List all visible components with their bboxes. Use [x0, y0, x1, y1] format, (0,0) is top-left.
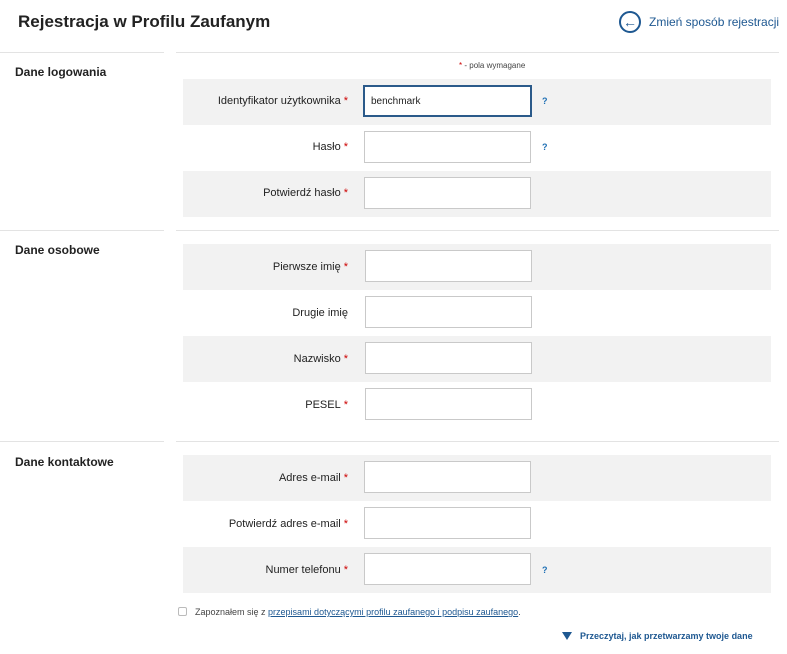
page-title: Rejestracja w Profilu Zaufanym	[18, 12, 271, 31]
change-registration-method-link[interactable]: ← Zmień sposób rejestracji	[619, 10, 779, 34]
username-input[interactable]	[363, 85, 532, 117]
phone-help-icon[interactable]: ?	[542, 565, 548, 575]
confirm-password-label: Potwierdź hasło *	[263, 187, 348, 199]
pesel-input[interactable]	[365, 388, 532, 420]
form-row-first-name: Pierwsze imię *	[183, 244, 771, 290]
surname-input[interactable]	[365, 342, 532, 374]
agreement-text: Zapoznałem się z przepisami dotyczącymi …	[195, 607, 521, 617]
required-fields-note: * - pola wymagane	[459, 61, 525, 70]
arrow-left-circle-icon: ←	[619, 11, 641, 33]
section-divider	[176, 230, 779, 231]
password-label: Hasło *	[312, 141, 348, 153]
section-divider	[0, 52, 164, 53]
email-input[interactable]	[364, 461, 531, 493]
phone-input[interactable]	[364, 553, 531, 585]
username-help-icon[interactable]: ?	[542, 96, 548, 106]
caret-down-icon	[562, 632, 572, 640]
form-row-username: Identyfikator użytkownika* ?	[183, 79, 771, 125]
section-divider	[0, 441, 164, 442]
required-star: *	[459, 61, 463, 70]
first-name-label: Pierwsze imię *	[272, 261, 348, 273]
section-title-contact: Dane kontaktowe	[15, 455, 114, 469]
form-row-confirm-password: Potwierdź hasło *	[183, 171, 771, 217]
confirm-email-label: Potwierdź adres e-mail *	[228, 518, 348, 530]
surname-label: Nazwisko *	[293, 353, 348, 365]
data-processing-label: Przeczytaj, jak przetwarzamy twoje dane	[580, 631, 753, 641]
regulations-link[interactable]: przepisami dotyczącymi profilu zaufanego…	[268, 607, 518, 617]
section-divider	[176, 441, 779, 442]
email-label: Adres e-mail *	[278, 472, 348, 484]
section-title-login: Dane logowania	[15, 65, 107, 79]
required-note-text: - pola wymagane	[464, 61, 526, 70]
section-title-personal: Dane osobowe	[15, 243, 100, 257]
form-row-email: Adres e-mail *	[183, 455, 771, 501]
confirm-email-input[interactable]	[364, 507, 531, 539]
section-divider	[0, 230, 164, 231]
phone-label: Numer telefonu *	[265, 564, 349, 576]
username-label: Identyfikator użytkownika *	[217, 95, 348, 107]
second-name-input[interactable]	[365, 296, 532, 328]
form-row-password: Hasło * ?	[183, 125, 771, 171]
form-row-phone: Numer telefonu * ?	[183, 547, 771, 593]
password-help-icon[interactable]: ?	[542, 142, 548, 152]
form-row-second-name: Drugie imię	[183, 290, 771, 336]
password-input[interactable]	[364, 131, 531, 163]
first-name-input[interactable]	[365, 250, 532, 282]
form-row-surname: Nazwisko *	[183, 336, 771, 382]
pesel-label: PESEL *	[305, 399, 348, 411]
form-row-pesel: PESEL *	[183, 382, 771, 428]
form-row-confirm-email: Potwierdź adres e-mail *	[183, 501, 771, 547]
section-divider	[176, 52, 779, 53]
agreement-checkbox[interactable]	[178, 607, 187, 616]
second-name-label: Drugie imię	[292, 307, 348, 319]
change-registration-method-label: Zmień sposób rejestracji	[649, 15, 780, 29]
confirm-password-input[interactable]	[364, 177, 531, 209]
data-processing-link[interactable]: Przeczytaj, jak przetwarzamy twoje dane	[562, 631, 753, 641]
